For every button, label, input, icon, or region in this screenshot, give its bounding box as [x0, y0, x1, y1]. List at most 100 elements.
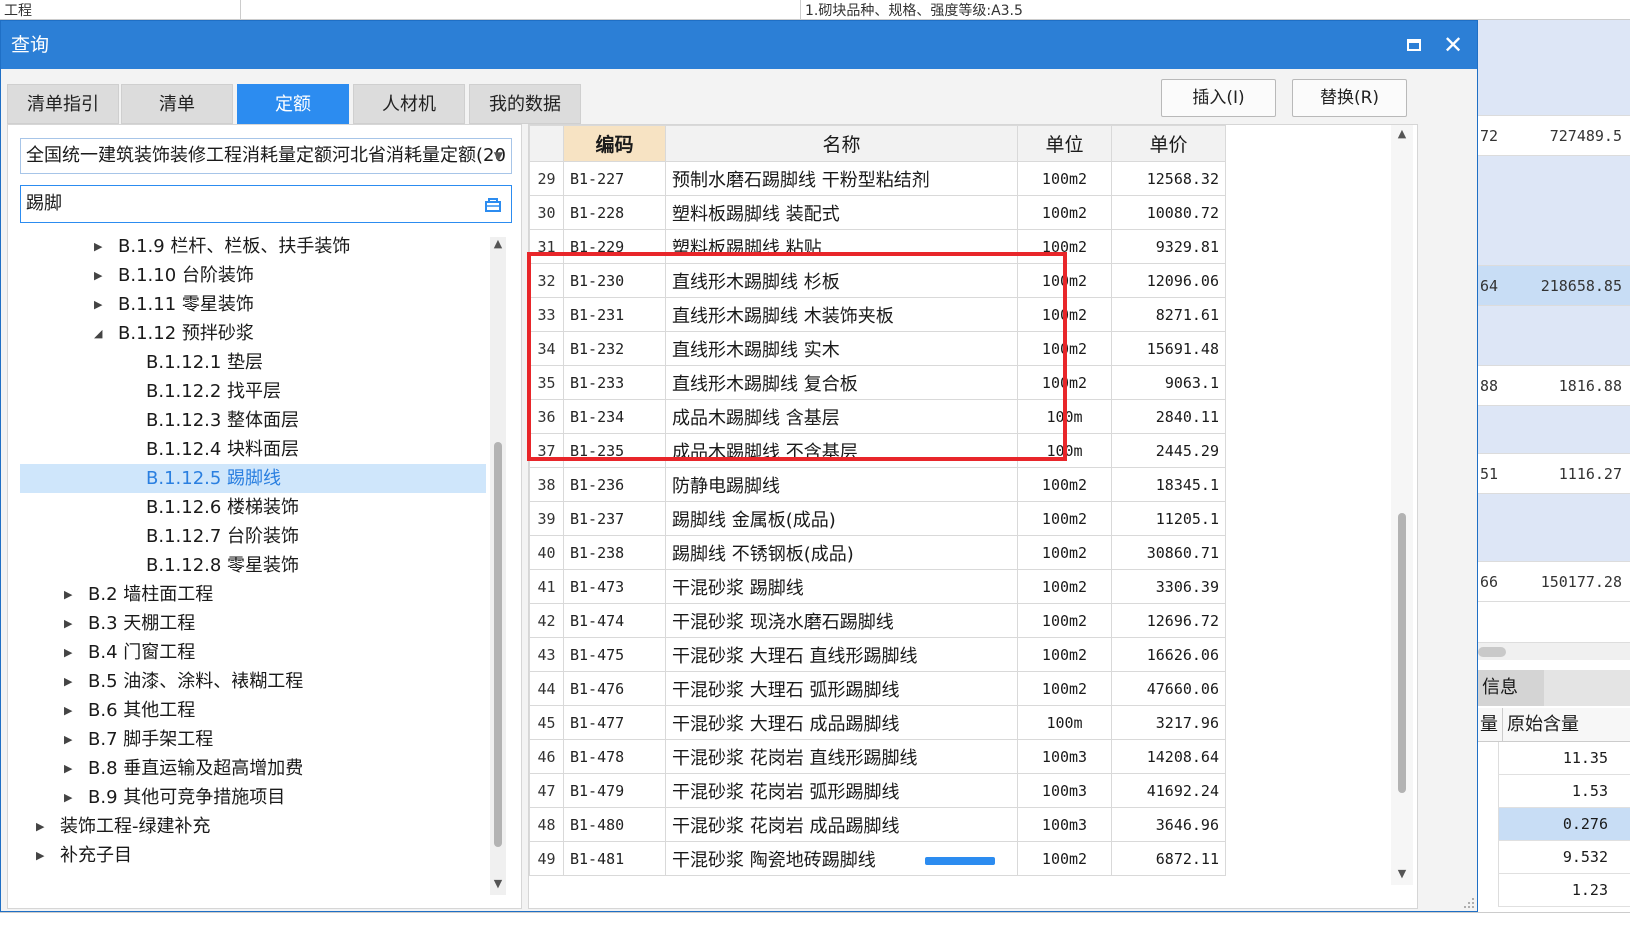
table-row[interactable]: 29 B1-227 预制水磨石踢脚线 干粉型粘结剂 100m2 12568.32: [529, 161, 1226, 196]
expand-arrow-icon[interactable]: ▶: [64, 580, 72, 609]
expand-arrow-icon[interactable]: ▶: [94, 261, 102, 290]
quota-code: B1-235: [563, 433, 666, 468]
tree-item[interactable]: ▶ 补充子目: [20, 841, 486, 870]
table-row[interactable]: 34 B1-232 直线形木踢脚线 实木 100m2 15691.48: [529, 331, 1226, 366]
scroll-up-icon[interactable]: ▲: [492, 237, 504, 250]
table-row[interactable]: 40 B1-238 踢脚线 不锈钢板(成品) 100m2 30860.71: [529, 535, 1226, 570]
expand-arrow-icon[interactable]: ▶: [64, 754, 72, 783]
tab-my-data[interactable]: 我的数据: [469, 84, 581, 124]
table-row[interactable]: 37 B1-235 成品木踢脚线 不含基层 100m 2445.29: [529, 433, 1226, 468]
table-scrollbar[interactable]: ▲ ▼: [1391, 125, 1413, 885]
table-row[interactable]: 42 B1-474 干混砂浆 现浇水磨石踢脚线 100m2 12696.72: [529, 603, 1226, 638]
scroll-up-icon[interactable]: ▲: [1396, 127, 1408, 140]
bg-info-value[interactable]: 9.532: [1498, 841, 1630, 874]
table-scroll-thumb[interactable]: [1398, 513, 1406, 793]
expand-arrow-icon[interactable]: ▶: [64, 638, 72, 667]
table-row[interactable]: 39 B1-237 踢脚线 金属板(成品) 100m2 11205.1: [529, 501, 1226, 536]
expand-arrow-icon[interactable]: ▶: [36, 812, 44, 841]
search-input[interactable]: 踢脚: [20, 185, 512, 223]
tree-item[interactable]: ▶ 装饰工程-绿建补充: [20, 812, 486, 841]
insert-button[interactable]: 插入(I): [1161, 79, 1276, 117]
search-icon[interactable]: [483, 194, 503, 214]
expand-arrow-icon[interactable]: ▶: [36, 841, 44, 870]
bg-info-value-selected[interactable]: 0.276: [1498, 808, 1630, 841]
table-row[interactable]: 30 B1-228 塑料板踢脚线 装配式 100m2 10080.72: [529, 195, 1226, 230]
tree-item[interactable]: B.1.12.5 踢脚线: [20, 464, 486, 493]
tree-item[interactable]: ▶ B.9 其他可竞争措施项目: [20, 783, 486, 812]
table-row[interactable]: 36 B1-234 成品木踢脚线 含基层 100m 2840.11: [529, 399, 1226, 434]
bg-info-value[interactable]: 1.53: [1498, 775, 1630, 808]
table-header-code[interactable]: 编码: [563, 125, 666, 162]
dialog-titlebar[interactable]: 查询 ✕: [1, 21, 1477, 69]
table-header-name[interactable]: 名称: [665, 125, 1018, 162]
tree-item[interactable]: ▶ B.8 垂直运输及超高增加费: [20, 754, 486, 783]
collapse-arrow-icon[interactable]: ◢: [94, 319, 102, 348]
tab-bill-guide[interactable]: 清单指引: [7, 84, 119, 124]
table-row[interactable]: 46 B1-478 干混砂浆 花岗岩 直线形踢脚线 100m3 14208.64: [529, 739, 1226, 774]
bg-info-value[interactable]: 1.23: [1498, 874, 1630, 907]
tree-item[interactable]: B.1.12.4 块料面层: [20, 435, 486, 464]
table-header-price[interactable]: 单价: [1111, 125, 1226, 162]
scroll-down-icon[interactable]: ▼: [1396, 867, 1408, 880]
table-row[interactable]: 47 B1-479 干混砂浆 花岗岩 弧形踢脚线 100m3 41692.24: [529, 773, 1226, 808]
expand-arrow-icon[interactable]: ▶: [94, 290, 102, 319]
tab-labor-material-machine[interactable]: 人材机: [353, 84, 465, 124]
table-row[interactable]: 43 B1-475 干混砂浆 大理石 直线形踢脚线 100m2 16626.06: [529, 637, 1226, 672]
bg-row-selected[interactable]: 64 218658.85: [1478, 266, 1630, 306]
expand-arrow-icon[interactable]: ▶: [94, 232, 102, 261]
table-row[interactable]: 38 B1-236 防静电踢脚线 100m2 18345.1: [529, 467, 1226, 502]
tree-item[interactable]: ◢ B.1.12 预拌砂浆: [20, 319, 486, 348]
tab-quota[interactable]: 定额: [237, 84, 349, 124]
tree-item[interactable]: B.1.12.7 台阶装饰: [20, 522, 486, 551]
tree-scrollbar[interactable]: ▲ ▼: [490, 237, 506, 895]
bg-row[interactable]: 51 1116.27: [1478, 454, 1630, 494]
expand-arrow-icon[interactable]: ▶: [64, 696, 72, 725]
tree-item[interactable]: ▶ B.7 脚手架工程: [20, 725, 486, 754]
table-row[interactable]: 31 B1-229 塑料板踢脚线 粘贴 100m2 9329.81: [529, 229, 1226, 264]
tree-item[interactable]: ▶ B.2 墙柱面工程: [20, 580, 486, 609]
resize-grip-icon[interactable]: [1463, 897, 1475, 909]
tree-item[interactable]: B.1.12.3 整体面层: [20, 406, 486, 435]
quota-name: 直线形木踢脚线 复合板: [665, 365, 1018, 400]
replace-button[interactable]: 替换(R): [1292, 79, 1407, 117]
tree-item[interactable]: B.1.12.1 垫层: [20, 348, 486, 377]
table-row[interactable]: 45 B1-477 干混砂浆 大理石 成品踢脚线 100m 3217.96: [529, 705, 1226, 740]
tree-item[interactable]: ▶ B.6 其他工程: [20, 696, 486, 725]
table-row[interactable]: 33 B1-231 直线形木踢脚线 木装饰夹板 100m2 8271.61: [529, 297, 1226, 332]
expand-arrow-icon[interactable]: ▶: [64, 667, 72, 696]
close-button[interactable]: ✕: [1437, 29, 1469, 61]
expand-arrow-icon[interactable]: ▶: [64, 725, 72, 754]
tree-item[interactable]: B.1.12.8 零星装饰: [20, 551, 486, 580]
tree-item[interactable]: ▶ B.4 门窗工程: [20, 638, 486, 667]
library-select[interactable]: 全国统一建筑装饰装修工程消耗量定额河北省消耗量定额(20 ▼: [20, 138, 512, 174]
tree-scroll-thumb[interactable]: [494, 442, 502, 847]
table-row[interactable]: 35 B1-233 直线形木踢脚线 复合板 100m2 9063.1: [529, 365, 1226, 400]
bg-top-cell-sep: [240, 0, 252, 20]
expand-arrow-icon[interactable]: ▶: [64, 609, 72, 638]
table-row[interactable]: 48 B1-480 干混砂浆 花岗岩 成品踢脚线 100m3 3646.96: [529, 807, 1226, 842]
tree-item[interactable]: ▶ B.1.10 台阶装饰: [20, 261, 486, 290]
tab-bill[interactable]: 清单: [121, 84, 233, 124]
table-row[interactable]: 44 B1-476 干混砂浆 大理石 弧形踢脚线 100m2 47660.06: [529, 671, 1226, 706]
bg-row[interactable]: 66 150177.28: [1478, 562, 1630, 602]
expand-arrow-icon[interactable]: ▶: [64, 783, 72, 812]
table-row[interactable]: 49 B1-481 干混砂浆 陶瓷地砖踢脚线 100m2 6872.11: [529, 841, 1226, 876]
tree-item[interactable]: ▶ B.1.11 零星装饰: [20, 290, 486, 319]
table-hscroll-thumb[interactable]: [925, 857, 995, 865]
bg-info-value[interactable]: 11.35: [1498, 742, 1630, 775]
table-row[interactable]: 41 B1-473 干混砂浆 踢脚线 100m2 3306.39: [529, 569, 1226, 604]
table-row[interactable]: 32 B1-230 直线形木踢脚线 杉板 100m2 12096.06: [529, 263, 1226, 298]
tree-item[interactable]: ▶ B.5 油漆、涂料、裱糊工程: [20, 667, 486, 696]
bg-row[interactable]: 88 1816.88: [1478, 366, 1630, 406]
tree-item[interactable]: B.1.12.6 楼梯装饰: [20, 493, 486, 522]
bg-row[interactable]: 72 727489.5: [1478, 116, 1630, 156]
bg-info-tab[interactable]: 信息: [1478, 670, 1544, 706]
scroll-down-icon[interactable]: ▼: [492, 877, 504, 890]
tree-item[interactable]: ▶ B.1.9 栏杆、栏板、扶手装饰: [20, 232, 486, 261]
tree-item[interactable]: ▶ B.3 天棚工程: [20, 609, 486, 638]
bg-horizontal-scrollbar[interactable]: [1478, 642, 1630, 660]
tree-item[interactable]: B.1.12.2 找平层: [20, 377, 486, 406]
maximize-button[interactable]: [1398, 29, 1430, 61]
table-header-unit[interactable]: 单位: [1017, 125, 1112, 162]
quota-unit: 100m2: [1017, 671, 1112, 706]
